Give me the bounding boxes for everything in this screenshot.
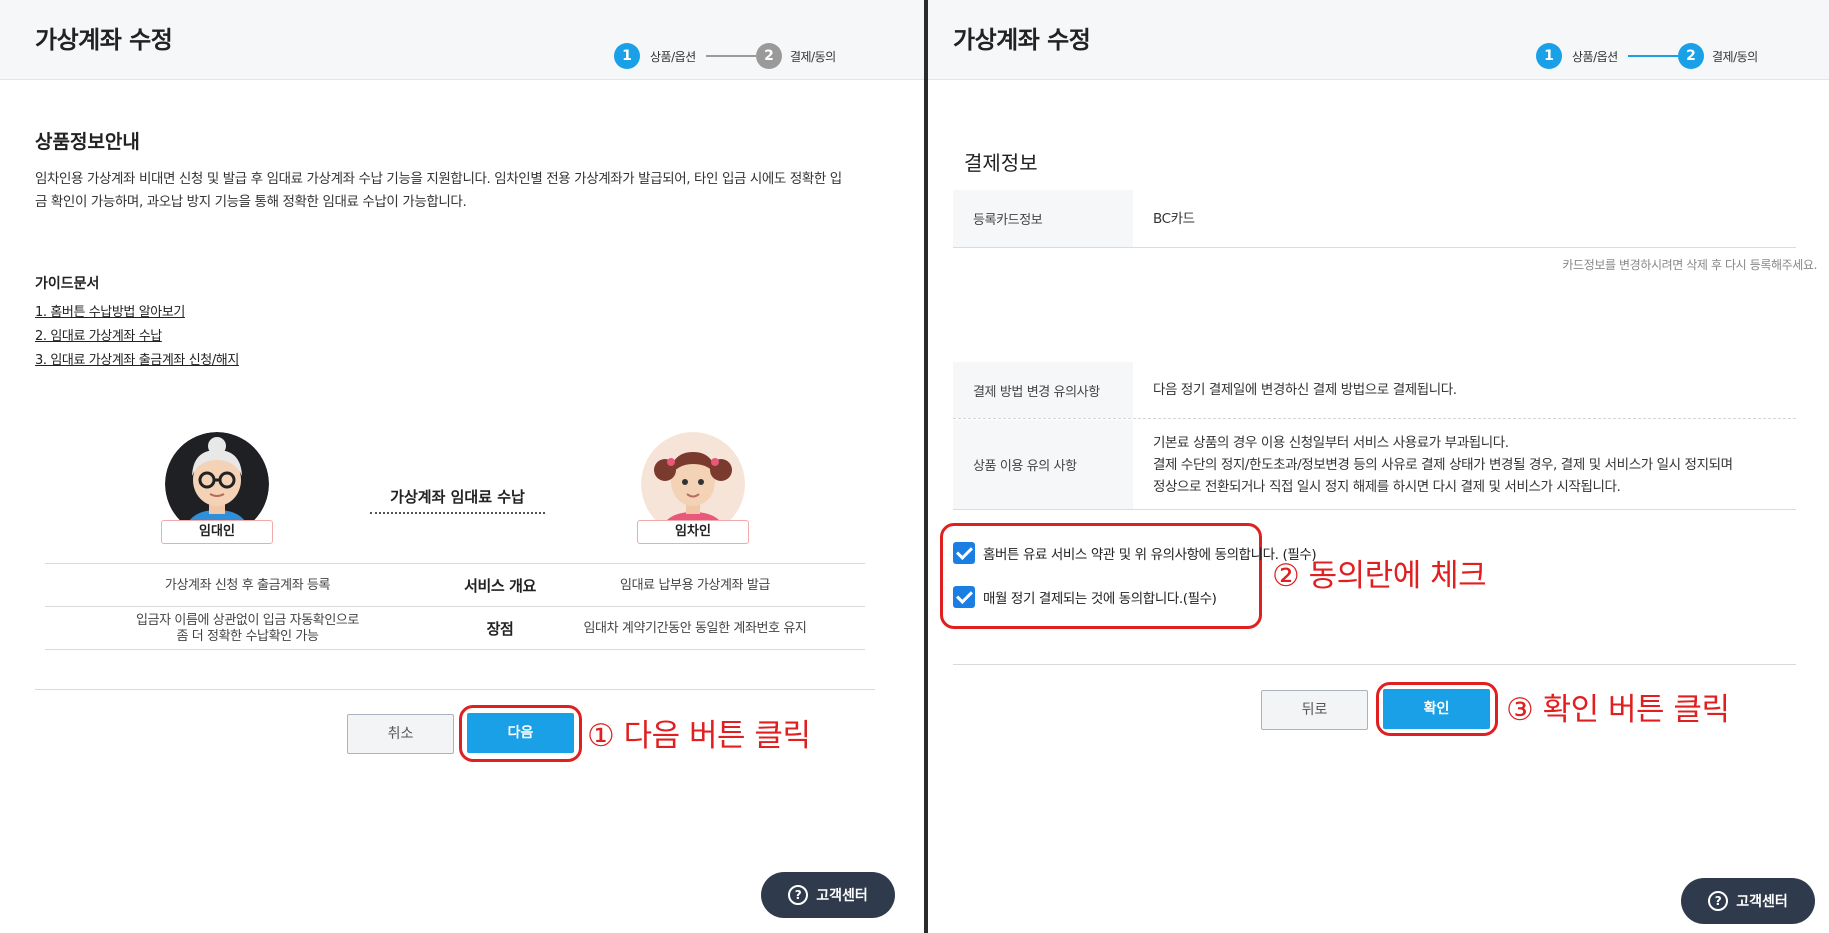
product-info-desc-1: 임차인용 가상계좌 비대면 신청 및 발급 후 임대료 가상계좌 수납 기능을 … <box>35 171 842 187</box>
connector-line <box>370 512 545 514</box>
help-center-button[interactable]: ? 고객센터 <box>1681 878 1815 924</box>
agreement-terms[interactable]: 홈버튼 유료 서비스 약관 및 위 유의사항에 동의합니다. (필수) <box>953 540 1317 566</box>
table-row: 가상계좌 신청 후 출금계좌 등록 서비스 개요 임대료 납부용 가상계좌 발급 <box>45 564 865 607</box>
guide-title: 가이드문서 <box>35 276 100 292</box>
highlight-agreements <box>940 523 1262 629</box>
help-center-label: 고객센터 <box>816 888 868 904</box>
cancel-button[interactable]: 취소 <box>347 714 454 754</box>
usage-line: 결제 수단의 정지/한도초과/정보변경 등의 사유로 결제 상태가 변경될 경우… <box>1153 456 1733 473</box>
step-2-circle: 2 <box>1678 43 1704 69</box>
page-header: 가상계좌 수정 1 상품/옵션 2 결제/동의 <box>0 0 924 80</box>
usage-notice-row: 상품 이용 유의 사항 기본료 상품의 경우 이용 신청일부터 서비스 사용료가… <box>953 420 1796 510</box>
payment-info-heading: 결제정보 <box>964 151 1038 175</box>
table-cell: 임대차 계약기간동안 동일한 계좌번호 유지 <box>583 620 807 636</box>
change-notice-value: 다음 정기 결제일에 변경하신 결제 방법으로 결제됩니다. <box>1153 382 1457 398</box>
usage-line: 기본료 상품의 경우 이용 신청일부터 서비스 사용료가 부과됩니다. <box>1153 434 1509 451</box>
step-connector <box>706 55 756 57</box>
usage-line: 정상으로 전환되거나 직접 일시 정지 해제를 하시면 다시 결제 및 서비스가… <box>1153 478 1621 495</box>
step-2-circle: 2 <box>756 43 782 69</box>
agreement-label: 홈버튼 유료 서비스 약관 및 위 유의사항에 동의합니다. (필수) <box>983 547 1317 563</box>
question-icon: ? <box>788 885 809 905</box>
service-info-table: 가상계좌 신청 후 출금계좌 등록 서비스 개요 임대료 납부용 가상계좌 발급… <box>45 563 865 650</box>
question-icon: ? <box>1708 891 1729 911</box>
confirm-button[interactable]: 확인 <box>1383 689 1490 729</box>
annotation-confirm: ③ 확인 버튼 클릭 <box>1506 692 1730 728</box>
step-1-label: 상품/옵션 <box>1572 50 1618 64</box>
change-notice-row: 결제 방법 변경 유의사항 다음 정기 결제일에 변경하신 결제 방법으로 결제… <box>953 362 1796 419</box>
right-panel: 가상계좌 수정 1 상품/옵션 2 결제/동의 결제정보 등록카드정보 BC카드… <box>928 0 1829 933</box>
tenant-label: 임차인 <box>637 520 749 544</box>
card-info-value: BC카드 <box>1153 210 1195 227</box>
help-center-button[interactable]: ? 고객센터 <box>761 872 895 918</box>
table-cell: 입금자 이름에 상관없이 입금 자동확인으로 좀 더 정확한 수납확인 가능 <box>45 607 450 650</box>
back-button[interactable]: 뒤로 <box>1261 690 1368 730</box>
guide-link-1[interactable]: 1. 홈버튼 수납방법 알아보기 <box>35 301 185 320</box>
step-1-label: 상품/옵션 <box>650 50 696 64</box>
product-info-desc-2: 금 확인이 가능하며, 과오납 방지 기능을 통해 정확한 임대료 수납이 가능… <box>35 194 467 210</box>
step-1-circle: 1 <box>1536 43 1562 69</box>
usage-notice-key: 상품 이용 유의 사항 <box>953 420 1133 509</box>
stepper: 1 상품/옵션 2 결제/동의 <box>1536 43 1766 69</box>
illustration-caption: 가상계좌 임대료 수납 <box>390 488 525 506</box>
stepper: 1 상품/옵션 2 결제/동의 <box>614 43 844 69</box>
product-info-heading: 상품정보안내 <box>35 131 140 153</box>
usage-notice-value: 기본료 상품의 경우 이용 신청일부터 서비스 사용료가 부과됩니다. 결제 수… <box>1153 420 1796 509</box>
landlord-label: 임대인 <box>161 520 273 544</box>
table-cell: 임대료 납부용 가상계좌 발급 <box>620 577 770 593</box>
table-cell: 가상계좌 신청 후 출금계좌 등록 <box>164 577 331 593</box>
step-2-label: 결제/동의 <box>1712 50 1758 64</box>
divider-line <box>953 664 1796 665</box>
card-info-row: 등록카드정보 BC카드 <box>953 190 1796 248</box>
help-center-label: 고객센터 <box>1736 894 1788 910</box>
agreement-label: 매월 정기 결제되는 것에 동의합니다.(필수) <box>983 591 1217 607</box>
next-button[interactable]: 다음 <box>467 713 574 753</box>
page-title: 가상계좌 수정 <box>35 26 173 54</box>
agreement-monthly[interactable]: 매월 정기 결제되는 것에 동의합니다.(필수) <box>953 584 1217 610</box>
card-change-note: 카드정보를 변경하시려면 삭제 후 다시 등록해주세요. <box>1562 258 1817 272</box>
change-notice-key: 결제 방법 변경 유의사항 <box>953 362 1133 418</box>
checkbox-checked[interactable] <box>953 586 975 608</box>
page-header: 가상계좌 수정 1 상품/옵션 2 결제/동의 <box>928 0 1829 80</box>
guide-link-2[interactable]: 2. 임대료 가상계좌 수납 <box>35 325 162 344</box>
checkbox-checked[interactable] <box>953 542 975 564</box>
card-info-key: 등록카드정보 <box>953 190 1133 247</box>
step-connector <box>1628 55 1678 57</box>
table-cell-line: 좀 더 정확한 수납확인 가능 <box>176 628 319 644</box>
guide-link-3[interactable]: 3. 임대료 가상계좌 출금계좌 신청/해지 <box>35 349 239 368</box>
page-title: 가상계좌 수정 <box>953 26 1091 54</box>
annotation-next: ① 다음 버튼 클릭 <box>587 718 811 754</box>
table-cell-line: 입금자 이름에 상관없이 입금 자동확인으로 <box>135 612 359 628</box>
table-row: 입금자 이름에 상관없이 입금 자동확인으로 좀 더 정확한 수납확인 가능 장… <box>45 607 865 650</box>
step-2-label: 결제/동의 <box>790 50 836 64</box>
left-panel: 가상계좌 수정 1 상품/옵션 2 결제/동의 상품정보안내 임차인용 가상계좌… <box>0 0 924 933</box>
annotation-check: ② 동의란에 체크 <box>1272 558 1487 594</box>
step-1-circle: 1 <box>614 43 640 69</box>
divider-line <box>35 689 875 690</box>
